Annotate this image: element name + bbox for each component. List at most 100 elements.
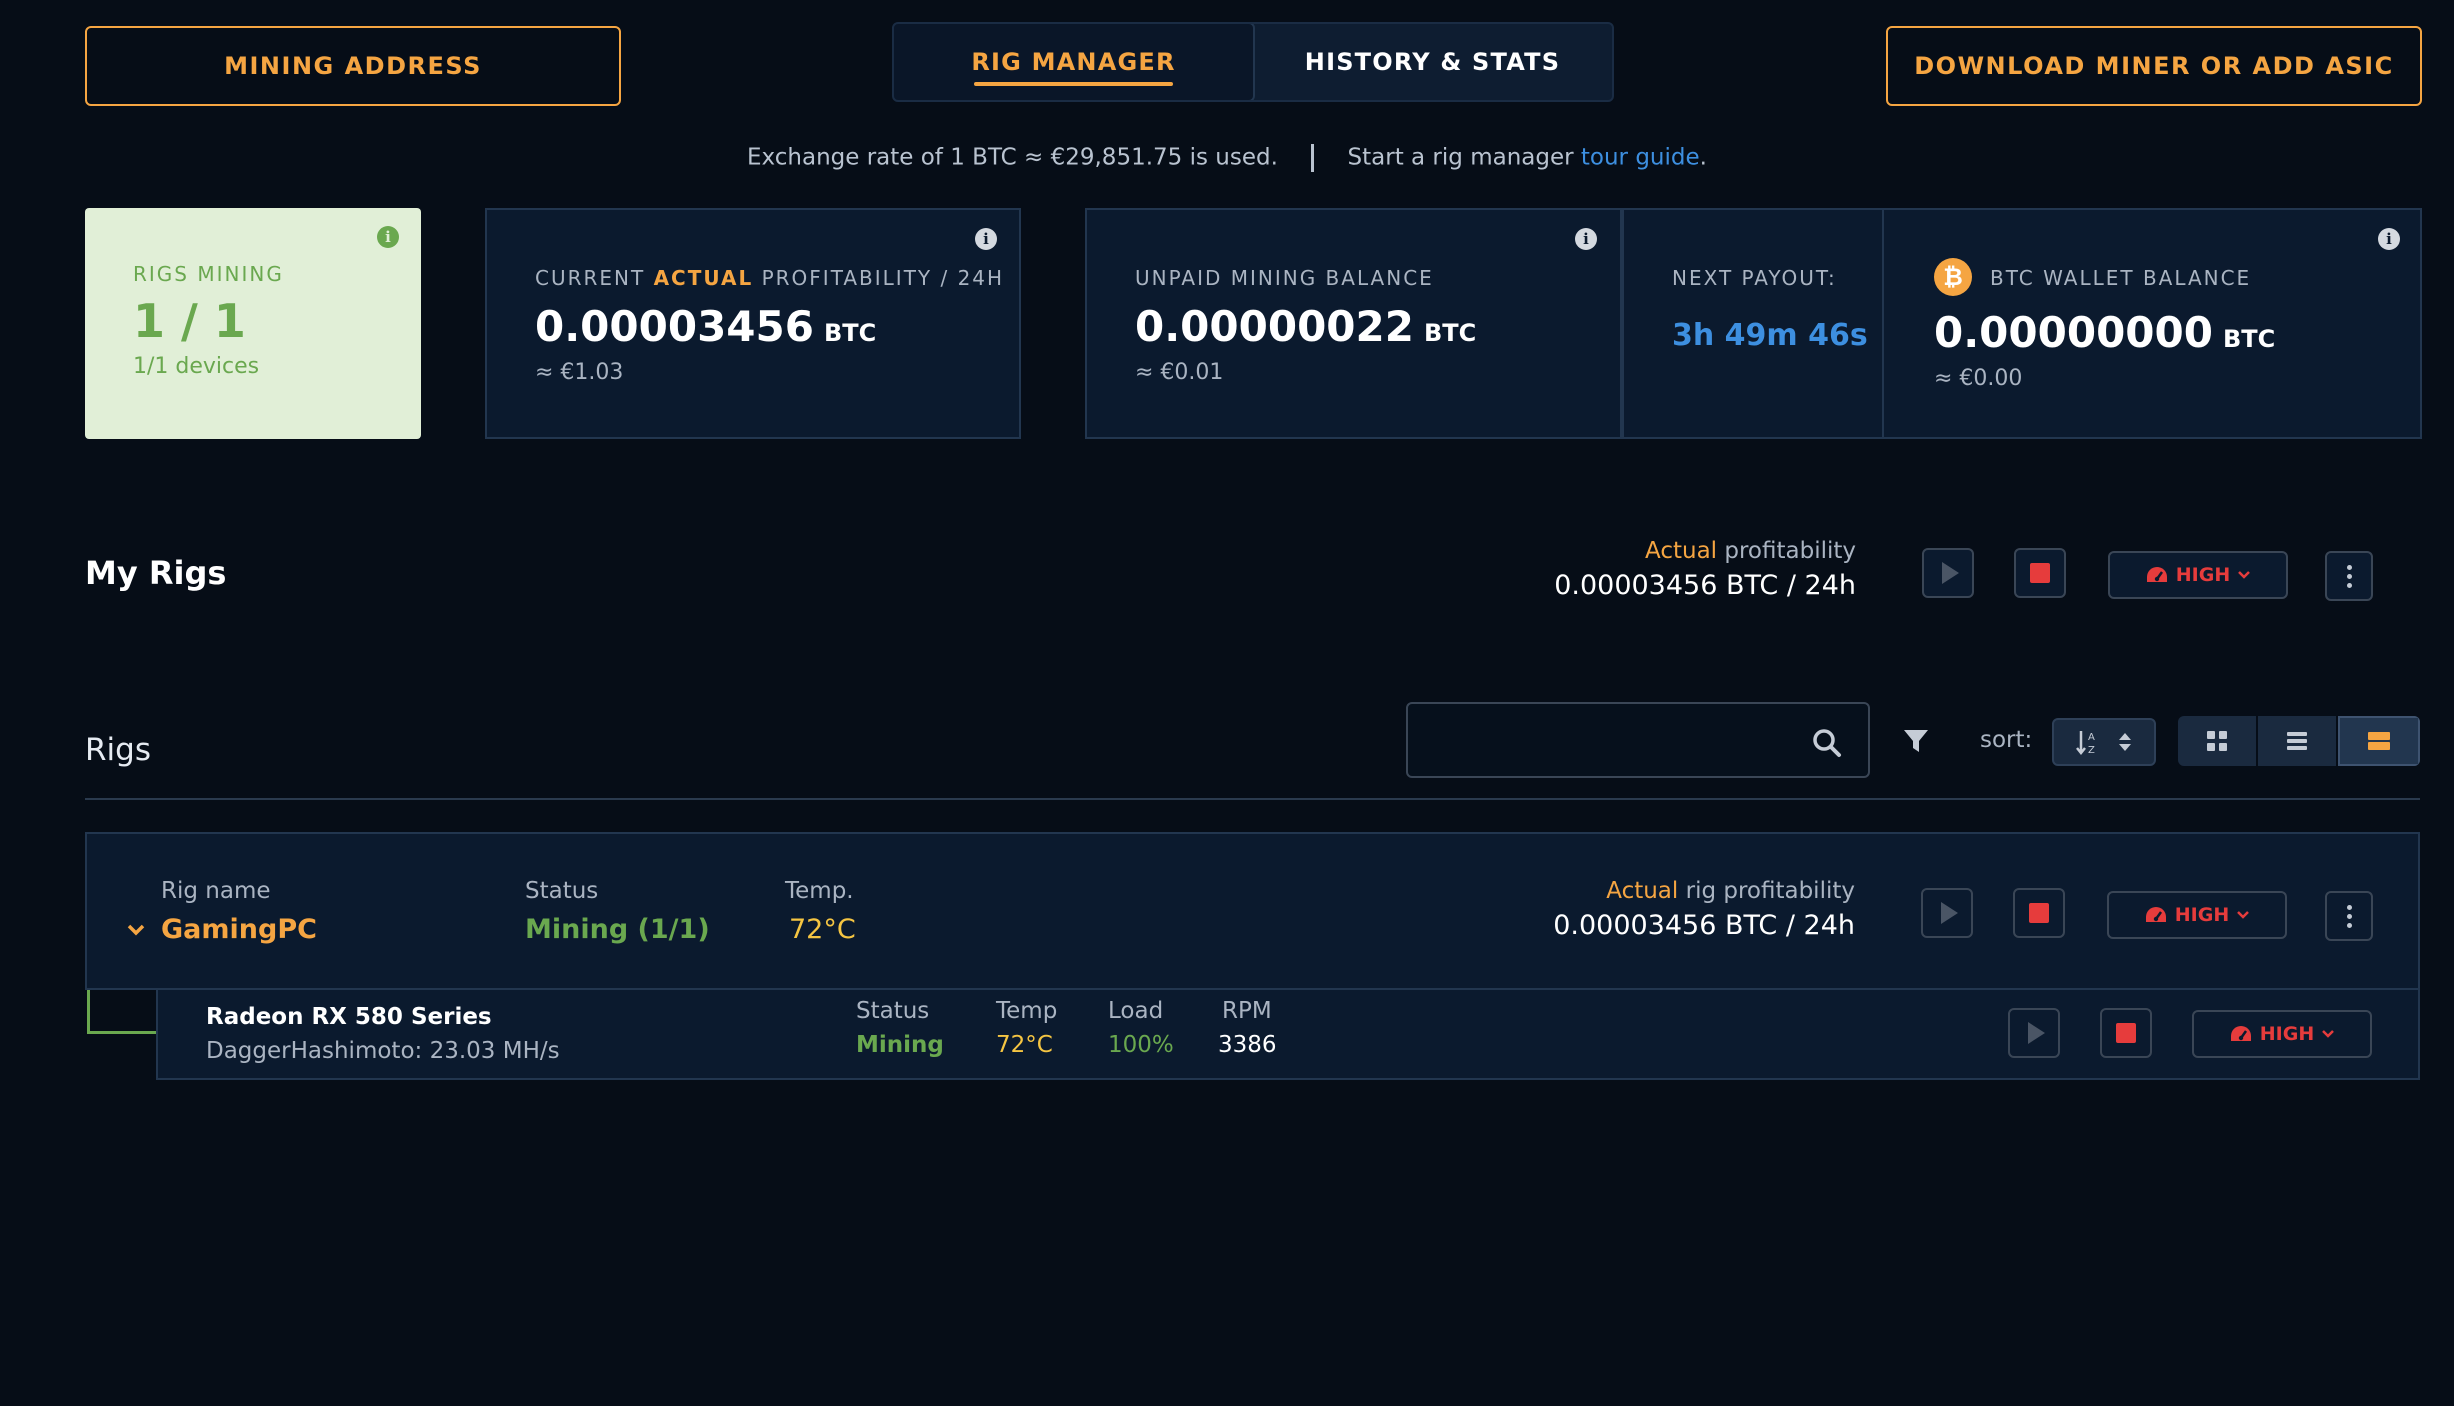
- device-algorithm: DaggerHashimoto: 23.03 MH/s: [206, 1038, 560, 1064]
- updown-icon: [2119, 733, 2131, 751]
- exchange-rate-text: Exchange rate of 1 BTC ≈ €29,851.75 is u…: [747, 144, 1278, 171]
- tour-suffix: .: [1699, 144, 1707, 171]
- rig-power-mode-label: HIGH: [2174, 904, 2230, 926]
- chevron-down-icon: [2322, 1030, 2335, 1038]
- sort-label: sort:: [1980, 727, 2033, 753]
- profitability-fiat: ≈ €1.03: [535, 360, 624, 385]
- wallet-fiat: ≈ €0.00: [1934, 366, 2023, 391]
- stop-icon: [2116, 1023, 2136, 1043]
- device-start-button[interactable]: [2008, 1008, 2060, 1058]
- actual-word: Actual: [1606, 878, 1679, 904]
- device-temp: 72°C: [996, 1032, 1053, 1058]
- rigs-mining-devices: 1/1 devices: [133, 354, 260, 379]
- rigs-mining-value: 1 / 1: [133, 294, 246, 348]
- chevron-down-icon[interactable]: [127, 924, 145, 936]
- dot: [2346, 904, 2352, 910]
- device-rpm: 3386: [1218, 1032, 1277, 1058]
- bitcoin-icon: ₿: [1934, 258, 1972, 296]
- dot: [2346, 573, 2352, 579]
- rig-profit-word: rig profitability: [1678, 878, 1855, 904]
- tab-rig-manager[interactable]: RIG MANAGER: [894, 24, 1255, 100]
- svg-text:A: A: [2088, 732, 2095, 743]
- profitability-value: 0.00003456 BTC: [535, 302, 876, 351]
- device-power-mode-dropdown[interactable]: HIGH: [2192, 1010, 2372, 1058]
- speedometer-icon: [2146, 567, 2167, 582]
- device-name: Radeon RX 580 Series: [206, 1004, 492, 1030]
- device-row[interactable]: Radeon RX 580 Series DaggerHashimoto: 23…: [156, 990, 2420, 1080]
- list-view-button[interactable]: [2258, 716, 2338, 766]
- search-icon[interactable]: [1812, 728, 1842, 758]
- sort-select[interactable]: AZ: [2052, 718, 2156, 766]
- filter-icon[interactable]: [1902, 728, 1930, 754]
- next-payout-countdown: 3h 49m 46s: [1672, 318, 1868, 353]
- tab-history-stats[interactable]: HISTORY & STATS: [1253, 24, 1612, 100]
- active-tab-indicator: [974, 82, 1173, 86]
- rigs-mining-card: i RIGS MINING 1 / 1 1/1 devices: [85, 208, 421, 439]
- device-status: Mining: [856, 1032, 944, 1058]
- wallet-balance-card: i ₿ BTC WALLET BALANCE 0.00000000 BTC ≈ €…: [1882, 208, 2422, 439]
- stop-icon: [2030, 563, 2050, 583]
- rigs-section-title: Rigs: [85, 732, 151, 768]
- rig-more-options-button[interactable]: [2325, 891, 2373, 941]
- tab-history-stats-label: HISTORY & STATS: [1304, 48, 1561, 76]
- my-rigs-title: My Rigs: [85, 554, 227, 592]
- play-icon: [1941, 562, 1959, 584]
- play-icon: [2027, 1022, 2045, 1044]
- grid-view-button[interactable]: [2178, 716, 2258, 766]
- device-power-mode-label: HIGH: [2259, 1023, 2315, 1045]
- chevron-down-icon: [2237, 911, 2250, 919]
- view-toggle-group: [2178, 716, 2420, 766]
- rig-power-mode-dropdown[interactable]: HIGH: [2107, 891, 2287, 939]
- info-icon[interactable]: i: [2378, 228, 2400, 250]
- next-payout-card: NEXT PAYOUT: 3h 49m 46s: [1622, 208, 1884, 439]
- detailed-view-button[interactable]: [2338, 716, 2420, 766]
- tour-guide-link[interactable]: tour guide: [1581, 145, 1700, 171]
- rigs-mining-label: RIGS MINING: [133, 262, 284, 286]
- grid-icon: [2207, 731, 2227, 751]
- rig-name-label: Rig name: [161, 878, 271, 904]
- power-mode-label: HIGH: [2175, 564, 2231, 586]
- rig-name[interactable]: GamingPC: [161, 914, 317, 945]
- profitability-number: 0.00003456: [535, 302, 814, 351]
- power-mode-dropdown[interactable]: HIGH: [2108, 551, 2288, 599]
- tree-connector: [87, 990, 157, 1034]
- start-all-button[interactable]: [1922, 548, 1974, 598]
- profitability-card: i CURRENT ACTUAL PROFITABILITY / 24H 0.0…: [485, 208, 1021, 439]
- unpaid-fiat: ≈ €0.01: [1135, 360, 1224, 385]
- rig-start-button[interactable]: [1921, 888, 1973, 938]
- mining-address-button[interactable]: MINING ADDRESS: [85, 26, 621, 106]
- wallet-value: 0.00000000 BTC: [1934, 308, 2275, 357]
- download-miner-button[interactable]: DOWNLOAD MINER OR ADD ASIC: [1886, 26, 2422, 106]
- unpaid-number: 0.00000022: [1135, 302, 1414, 351]
- rig-row[interactable]: Rig name GamingPC Status Mining (1/1) Te…: [85, 832, 2420, 990]
- profitability-unit: BTC: [823, 319, 877, 347]
- dot: [2346, 922, 2352, 928]
- play-icon: [1940, 902, 1958, 924]
- info-icon[interactable]: i: [1575, 228, 1597, 250]
- rig-status-label: Status: [525, 878, 599, 904]
- actual-word: Actual: [1645, 538, 1718, 564]
- rig-search-input[interactable]: [1424, 718, 1804, 762]
- speedometer-icon: [2230, 1026, 2251, 1041]
- rig-profit-value: 0.00003456 BTC / 24h: [1553, 910, 1855, 941]
- separator: [1311, 144, 1315, 172]
- rig-stop-button[interactable]: [2013, 888, 2065, 938]
- stop-all-button[interactable]: [2014, 548, 2066, 598]
- chevron-down-icon: [2238, 571, 2251, 579]
- my-rigs-profit-label: Actual profitability: [1456, 538, 1856, 564]
- profitability-label-suffix: PROFITABILITY / 24H: [753, 266, 1005, 290]
- more-options-button[interactable]: [2325, 551, 2373, 601]
- unpaid-balance-card: i UNPAID MINING BALANCE 0.00000022 BTC ≈ …: [1085, 208, 1622, 439]
- rig-temp-label: Temp.: [785, 878, 854, 904]
- section-divider: [85, 798, 2420, 800]
- device-load: 100%: [1108, 1032, 1174, 1058]
- profitability-label: CURRENT ACTUAL PROFITABILITY / 24H: [535, 266, 1004, 290]
- device-stop-button[interactable]: [2100, 1008, 2152, 1058]
- rig-profitability: Actual rig profitability 0.00003456 BTC …: [1455, 878, 1855, 941]
- tab-rig-manager-label: RIG MANAGER: [971, 48, 1176, 76]
- rig-temp: 72°C: [789, 914, 856, 945]
- profitability-label-accent: ACTUAL: [653, 266, 754, 290]
- info-icon[interactable]: i: [377, 226, 399, 248]
- wallet-label: BTC WALLET BALANCE: [1990, 266, 2252, 290]
- info-icon[interactable]: i: [975, 228, 997, 250]
